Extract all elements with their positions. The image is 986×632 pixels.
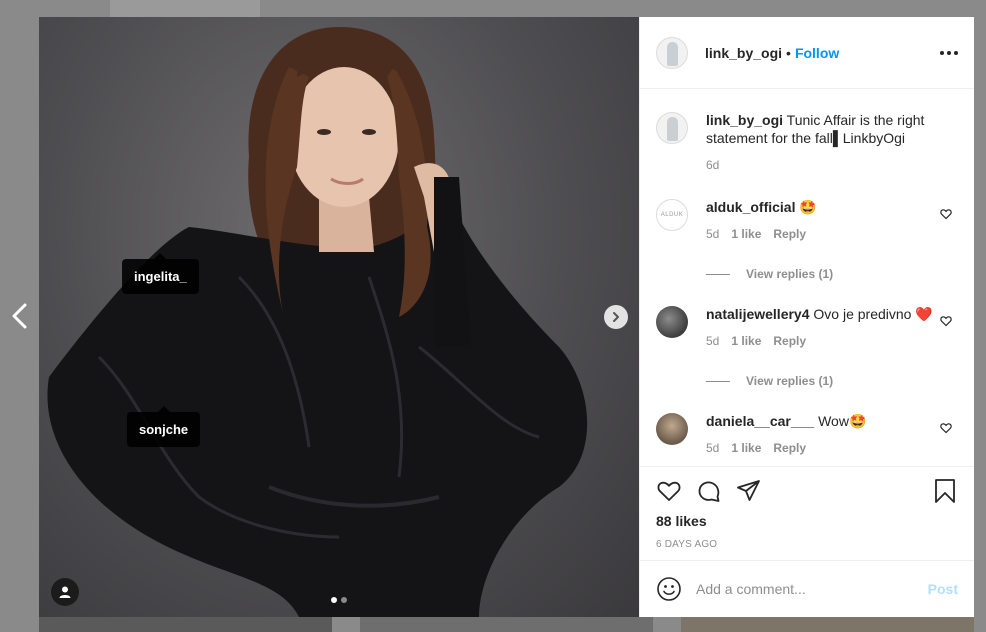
photo-subject-illustration	[47, 27, 588, 617]
view-replies-label: View replies (1)	[746, 267, 834, 281]
user-icon	[59, 586, 71, 598]
photo-user-tag[interactable]: sonjche	[127, 406, 201, 447]
background-post-thumbnail	[39, 617, 332, 632]
chevron-right-icon	[613, 312, 619, 322]
view-replies-button[interactable]: View replies (1)	[706, 372, 946, 390]
background-post-thumbnail	[681, 617, 974, 632]
comment-likes[interactable]: 1 like	[731, 439, 761, 457]
post-timestamp[interactable]: 6 DAYS AGO	[656, 539, 958, 550]
comment-time[interactable]: 5d	[706, 225, 719, 243]
caption-time[interactable]: 6d	[706, 156, 719, 174]
caption-username[interactable]: link_by_ogi	[706, 112, 783, 128]
background-post-thumbnail	[110, 0, 260, 17]
comment-time[interactable]: 5d	[706, 332, 719, 350]
avatar[interactable]: ALDUK	[656, 199, 688, 231]
reply-button[interactable]: Reply	[773, 225, 806, 243]
save-bookmark-icon[interactable]	[932, 478, 958, 504]
comment-text: Wow🤩	[818, 413, 867, 429]
carousel-next-button[interactable]	[604, 305, 628, 329]
reply-button[interactable]: Reply	[773, 332, 806, 350]
emoji-smiley-icon[interactable]	[656, 576, 682, 602]
carousel-dot-active	[331, 597, 337, 603]
comment-time[interactable]: 5d	[706, 439, 719, 457]
comment-item: ALDUK alduk_official 🤩 5d 1 like Reply V…	[656, 198, 958, 283]
comment-username[interactable]: alduk_official	[706, 199, 795, 215]
comment-username[interactable]: natalijewellery4	[706, 306, 810, 322]
avatar[interactable]	[656, 36, 688, 69]
like-heart-icon[interactable]	[656, 478, 682, 504]
comment-input[interactable]	[696, 581, 926, 597]
header-separator: •	[786, 44, 791, 61]
likes-count[interactable]: 88 likes	[656, 513, 958, 529]
caption: link_by_ogi Tunic Affair is the right st…	[656, 111, 958, 174]
view-replies-label: View replies (1)	[746, 374, 834, 388]
post-side-panel: link_by_ogi • Follow link_by_ogi Tunic A…	[639, 17, 974, 617]
photo-user-tag[interactable]: ingelita_	[122, 253, 199, 294]
post-header: link_by_ogi • Follow	[640, 17, 974, 89]
comment-like-heart-icon[interactable]	[940, 208, 952, 220]
carousel-indicator	[331, 597, 347, 603]
avatar-logo-text: ALDUK	[660, 212, 684, 218]
post-photo[interactable]: ingelita_ sonjche	[39, 17, 639, 617]
view-replies-button[interactable]: View replies (1)	[706, 265, 946, 283]
comment-text: Ovo je predivno ❤️	[813, 306, 933, 322]
comment-username[interactable]: daniela__car___	[706, 413, 814, 429]
comment-item: natalijewellery4 Ovo je predivno ❤️ 5d 1…	[656, 305, 958, 390]
comment-text: 🤩	[799, 199, 817, 215]
comment-like-heart-icon[interactable]	[940, 315, 952, 327]
avatar[interactable]	[656, 112, 688, 144]
post-modal: ingelita_ sonjche link_by_ogi • Follow l…	[39, 17, 974, 617]
comment-likes[interactable]: 1 like	[731, 332, 761, 350]
comment-item: daniela__car___ Wow🤩 5d 1 like Reply	[656, 412, 958, 457]
post-actions: 88 likes 6 DAYS AGO	[640, 466, 974, 560]
comment-likes[interactable]: 1 like	[731, 225, 761, 243]
background-post-thumbnail	[360, 617, 653, 632]
previous-post-arrow-icon[interactable]	[8, 302, 32, 330]
more-options-icon[interactable]	[940, 50, 958, 55]
comments-list[interactable]: link_by_ogi Tunic Affair is the right st…	[640, 89, 974, 466]
reply-button[interactable]: Reply	[773, 439, 806, 457]
avatar[interactable]	[656, 413, 688, 445]
comment-bubble-icon[interactable]	[696, 478, 722, 504]
post-comment-button[interactable]: Post	[928, 581, 958, 597]
show-tags-button[interactable]	[51, 578, 79, 606]
carousel-dot	[341, 597, 347, 603]
comment-like-heart-icon[interactable]	[940, 422, 952, 434]
add-comment-bar: Post	[640, 560, 974, 617]
share-paper-plane-icon[interactable]	[736, 478, 762, 504]
post-author-username[interactable]: link_by_ogi	[705, 45, 782, 61]
avatar[interactable]	[656, 306, 688, 338]
follow-button[interactable]: Follow	[795, 45, 839, 61]
